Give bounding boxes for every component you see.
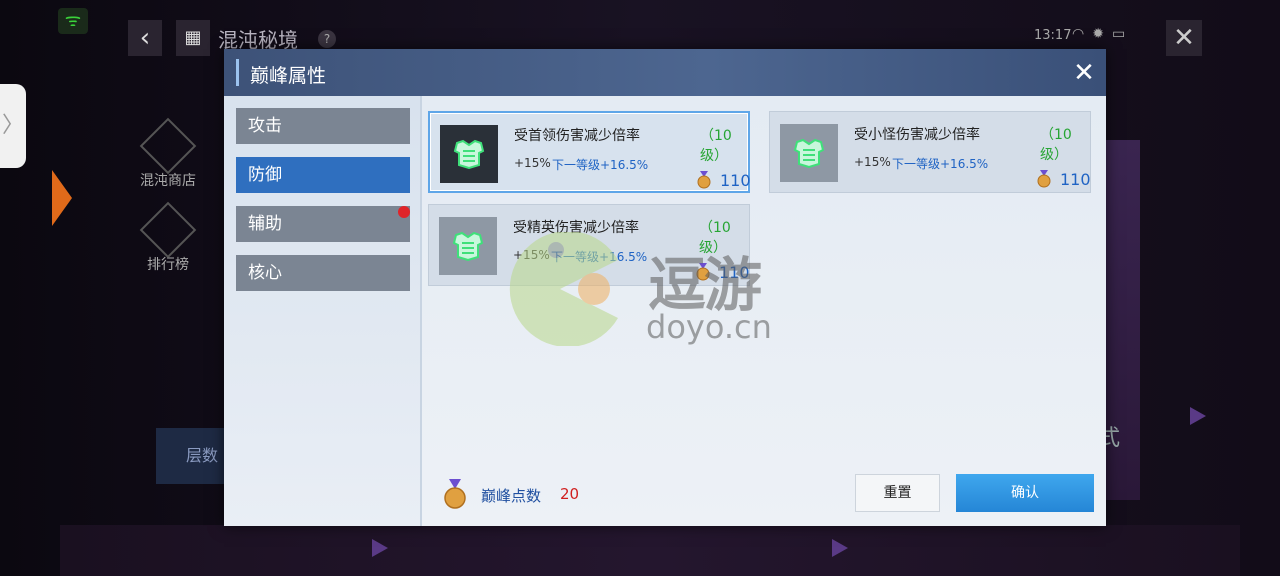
- help-icon[interactable]: ?: [318, 30, 336, 48]
- tab-defense[interactable]: 防御: [236, 157, 410, 193]
- notification-badge: [398, 206, 410, 218]
- play-icon: [832, 539, 848, 557]
- attribute-list: 受首领伤害减少倍率 （10级） +15% 下一等级+16.5% 110 受小怪伤…: [422, 96, 1106, 526]
- attribute-next: 下一等级+16.5%: [552, 158, 649, 172]
- wifi-icon: ᯤ: [58, 8, 88, 34]
- dialog-title: 巅峰属性: [250, 65, 327, 87]
- attribute-current: +15%: [514, 156, 551, 170]
- armor-icon: [793, 138, 825, 168]
- menu-label: 排行榜: [147, 257, 189, 273]
- attribute-card[interactable]: 受首领伤害减少倍率 （10级） +15% 下一等级+16.5% 110: [428, 111, 751, 193]
- peak-attributes-dialog: 巅峰属性 ✕ 攻击 防御 辅助 核心 受首领伤害减少倍率 （10级） +15% …: [224, 49, 1106, 526]
- attribute-thumbnail: [439, 217, 497, 275]
- tab-label: 攻击: [248, 116, 282, 136]
- tab-label: 辅助: [248, 214, 282, 234]
- trophy-icon: [139, 201, 197, 259]
- armor-icon: [452, 231, 484, 261]
- armor-icon: [453, 139, 485, 169]
- bottom-bar: [60, 407, 1240, 576]
- close-icon[interactable]: ✕: [1070, 59, 1098, 87]
- peak-points-medal-icon: [444, 479, 466, 509]
- side-drawer-handle[interactable]: 〉: [0, 84, 26, 168]
- attribute-cost: 110: [1060, 170, 1091, 189]
- battery-icon: ▭: [1111, 26, 1134, 42]
- attribute-cost: 110: [719, 263, 750, 282]
- attribute-card[interactable]: 受精英伤害减少倍率 （10级） +15% 下一等级+16.5% 110: [428, 204, 750, 286]
- orange-arrow-icon: [52, 170, 72, 226]
- attribute-cost: 110: [720, 171, 751, 190]
- attribute-level: （10级）: [700, 128, 732, 164]
- medal-icon: [1037, 170, 1051, 188]
- attribute-card[interactable]: 受小怪伤害减少倍率 （10级） +15% 下一等级+16.5% 110: [769, 111, 1091, 193]
- menu-chaos-shop[interactable]: 混沌商店: [136, 117, 200, 190]
- tab-attack[interactable]: 攻击: [236, 108, 410, 144]
- clock: 13:17: [1034, 28, 1072, 43]
- play-icon: [1190, 407, 1206, 425]
- peak-points-label: 巅峰点数: [481, 487, 542, 505]
- play-icon: [372, 539, 388, 557]
- attribute-current: +15%: [513, 248, 550, 262]
- attribute-name: 受精英伤害减少倍率: [513, 220, 639, 236]
- exit-button[interactable]: ✕: [1166, 20, 1202, 56]
- attribute-current: +15%: [854, 155, 891, 169]
- tab-support[interactable]: 辅助: [236, 206, 410, 242]
- wifi-status-icon: ◠: [1072, 26, 1093, 42]
- confirm-button[interactable]: 确认: [956, 474, 1094, 512]
- attribute-next: 下一等级+16.5%: [551, 250, 648, 264]
- menu-leaderboard[interactable]: 排行榜: [136, 201, 200, 274]
- attribute-next: 下一等级+16.5%: [892, 157, 989, 171]
- attribute-thumbnail: [440, 125, 498, 183]
- menu-label: 混沌商店: [140, 173, 196, 189]
- header-accent: [236, 59, 239, 86]
- attribute-level: （10级）: [1040, 127, 1072, 163]
- tab-label: 防御: [248, 165, 282, 185]
- shop-icon: [139, 117, 197, 175]
- attribute-level: （10级）: [699, 220, 731, 256]
- medal-icon: [697, 171, 711, 189]
- reset-button[interactable]: 重置: [855, 474, 940, 512]
- back-button[interactable]: ‹: [128, 20, 162, 56]
- brightness-icon: ✹: [1092, 26, 1112, 42]
- attribute-name: 受首领伤害减少倍率: [514, 128, 640, 144]
- dialog-header: 巅峰属性 ✕: [224, 49, 1106, 96]
- category-tabs: 攻击 防御 辅助 核心: [224, 96, 422, 526]
- grid-menu-button[interactable]: ▦: [176, 20, 210, 56]
- tab-label: 核心: [248, 263, 282, 283]
- attribute-name: 受小怪伤害减少倍率: [854, 127, 980, 143]
- tab-core[interactable]: 核心: [236, 255, 410, 291]
- medal-icon: [696, 263, 710, 281]
- status-icons: ◠✹▭: [1072, 26, 1133, 42]
- attribute-thumbnail: [780, 124, 838, 182]
- peak-points-value: 20: [560, 485, 580, 503]
